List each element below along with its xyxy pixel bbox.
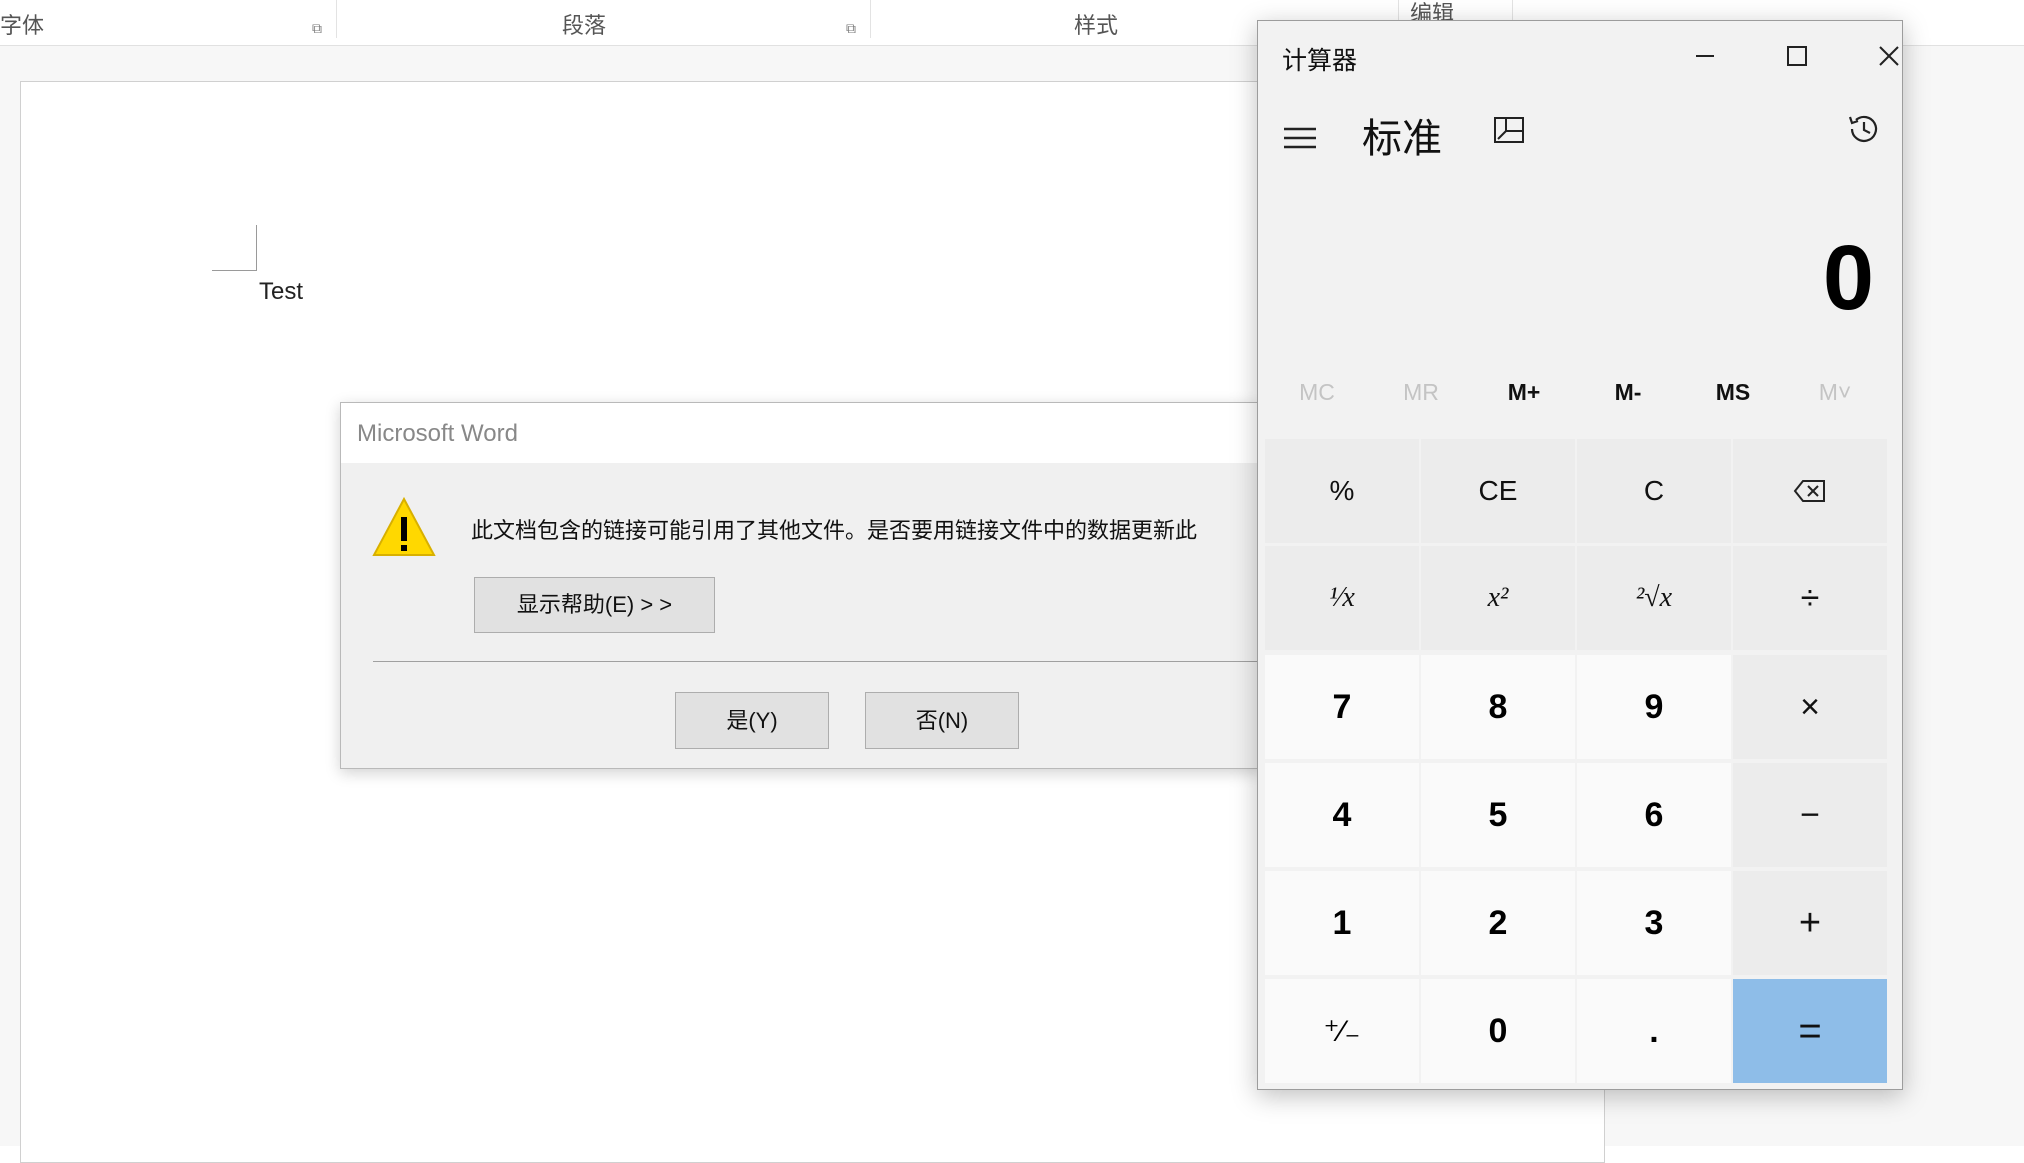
calculator-mode-title: 标准 — [1362, 117, 1442, 161]
dialog-titlebar[interactable]: Microsoft Word — [341, 403, 1261, 463]
calculator-title: 计算器 — [1282, 47, 1358, 75]
digit-3-button[interactable]: 3 — [1577, 871, 1731, 975]
show-help-button[interactable]: 显示帮助(E) > > — [474, 577, 715, 633]
reciprocal-button[interactable]: ¹⁄x — [1265, 546, 1419, 650]
calculator-window: 计算器 标准 0 MC MR M+ M- MS M˅ % CE C ¹⁄x x²… — [1257, 20, 1903, 1090]
square-root-button[interactable]: ²√x — [1577, 546, 1731, 650]
digit-7-button[interactable]: 7 — [1265, 655, 1419, 759]
digit-6-button[interactable]: 6 — [1577, 763, 1731, 867]
memory-subtract-button[interactable]: M- — [1580, 379, 1676, 419]
ribbon-separator — [336, 0, 337, 38]
digit-2-button[interactable]: 2 — [1421, 871, 1575, 975]
digit-1-button[interactable]: 1 — [1265, 871, 1419, 975]
keep-on-top-icon[interactable] — [1492, 113, 1526, 147]
calculator-display: 0 — [1822, 227, 1874, 329]
ribbon-group-paragraph: 段落 — [562, 13, 607, 38]
digit-9-button[interactable]: 9 — [1577, 655, 1731, 759]
minimize-button[interactable] — [1670, 31, 1740, 81]
memory-clear-button[interactable]: MC — [1269, 379, 1365, 419]
warning-icon — [372, 496, 436, 556]
decimal-point-button[interactable]: . — [1577, 979, 1731, 1083]
memory-list-button[interactable]: M˅ — [1787, 379, 1883, 419]
add-button[interactable]: + — [1733, 871, 1887, 975]
negate-button[interactable]: ⁺⁄₋ — [1265, 979, 1419, 1083]
clear-entry-button[interactable]: CE — [1421, 439, 1575, 543]
maximize-icon — [1787, 46, 1807, 66]
hamburger-menu-icon[interactable] — [1282, 121, 1318, 157]
backspace-icon — [1793, 480, 1825, 502]
digit-4-button[interactable]: 4 — [1265, 763, 1419, 867]
subtract-button[interactable]: − — [1733, 763, 1887, 867]
maximize-button[interactable] — [1762, 31, 1832, 81]
backspace-button[interactable] — [1733, 439, 1887, 543]
yes-button[interactable]: 是(Y) — [675, 692, 829, 749]
no-button[interactable]: 否(N) — [865, 692, 1019, 749]
minimize-icon — [1696, 55, 1714, 57]
word-link-update-dialog: Microsoft Word 此文档包含的链接可能引用了其他文件。是否要用链接文… — [340, 402, 1273, 769]
history-icon[interactable] — [1844, 109, 1884, 149]
equals-button[interactable]: = — [1733, 979, 1887, 1083]
ribbon-group-styles: 样式 — [1074, 13, 1119, 38]
dialog-divider — [373, 661, 1273, 662]
paragraph-dialog-launcher-icon[interactable]: ⧉ — [846, 20, 856, 37]
margin-corner-mark — [212, 270, 257, 271]
ribbon-group-font: 字体 — [0, 13, 45, 38]
memory-store-button[interactable]: MS — [1685, 379, 1781, 419]
memory-recall-button[interactable]: MR — [1373, 379, 1469, 419]
font-dialog-launcher-icon[interactable]: ⧉ — [312, 20, 322, 37]
close-icon — [1879, 46, 1899, 66]
clear-button[interactable]: C — [1577, 439, 1731, 543]
dialog-message: 此文档包含的链接可能引用了其他文件。是否要用链接文件中的数据更新此 — [471, 518, 1198, 543]
digit-8-button[interactable]: 8 — [1421, 655, 1575, 759]
ribbon-separator — [870, 0, 871, 38]
margin-corner-mark — [256, 225, 257, 271]
close-button[interactable] — [1854, 31, 1902, 81]
memory-add-button[interactable]: M+ — [1476, 379, 1572, 419]
multiply-button[interactable]: × — [1733, 655, 1887, 759]
document-text[interactable]: Test — [259, 278, 303, 306]
digit-0-button[interactable]: 0 — [1421, 979, 1575, 1083]
dialog-title: Microsoft Word — [357, 420, 518, 447]
digit-5-button[interactable]: 5 — [1421, 763, 1575, 867]
divide-button[interactable]: ÷ — [1733, 546, 1887, 650]
percent-button[interactable]: % — [1265, 439, 1419, 543]
square-button[interactable]: x² — [1421, 546, 1575, 650]
